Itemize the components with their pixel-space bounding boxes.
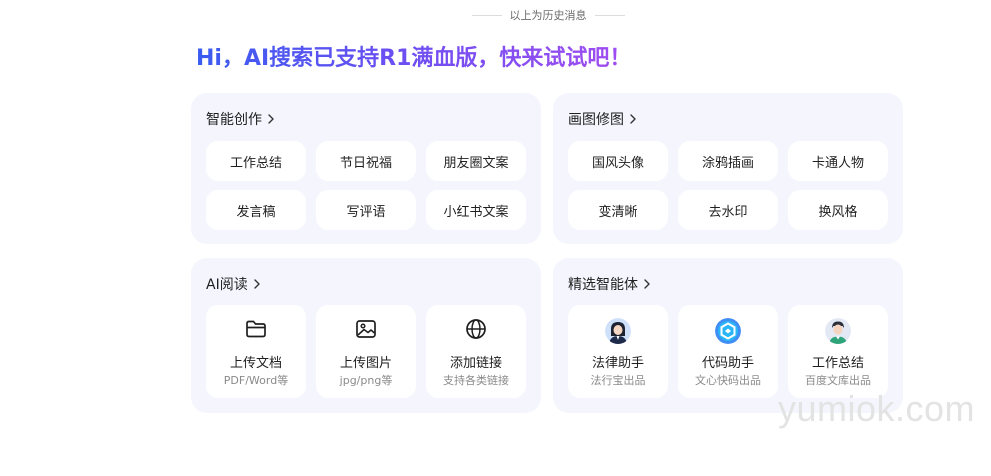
card-name: 上传文档 xyxy=(229,356,282,371)
panel-title-label: 智能创作 xyxy=(206,112,262,128)
card-upload-image[interactable]: 上传图片 jpg/png等 xyxy=(316,305,416,398)
globe-icon xyxy=(464,317,488,341)
card-subtitle: 文心快码出品 xyxy=(695,374,761,387)
card-name: 法律助手 xyxy=(591,356,644,371)
card-work-summary-agent[interactable]: 工作总结 百度文库出品 xyxy=(788,305,888,398)
chip-doodle-illustration[interactable]: 涂鸦插画 xyxy=(678,141,778,181)
card-name: 添加链接 xyxy=(449,356,502,371)
card-subtitle: jpg/png等 xyxy=(339,374,393,387)
chip-enhance-clarity[interactable]: 变清晰 xyxy=(568,190,668,230)
card-name: 上传图片 xyxy=(339,356,392,371)
panel-title-label: 精选智能体 xyxy=(568,277,638,293)
worker-avatar-icon xyxy=(825,318,851,344)
card-subtitle: PDF/Word等 xyxy=(223,374,289,387)
panel-smart-create: 智能创作 工作总结 节日祝福 朋友圈文案 发言稿 写评语 小红书文案 xyxy=(191,93,541,244)
card-code-assistant[interactable]: 代码助手 文心快码出品 xyxy=(678,305,778,398)
chip-work-summary[interactable]: 工作总结 xyxy=(206,141,306,181)
chip-guofeng-avatar[interactable]: 国风头像 xyxy=(568,141,668,181)
divider-line-right xyxy=(594,14,625,16)
card-subtitle: 百度文库出品 xyxy=(805,374,871,387)
chip-cartoon-character[interactable]: 卡通人物 xyxy=(788,141,888,181)
chip-change-style[interactable]: 换风格 xyxy=(788,190,888,230)
chevron-right-icon xyxy=(268,114,274,124)
chip-xiaohongshu-copy[interactable]: 小红书文案 xyxy=(426,190,526,230)
panel-title-smart-create[interactable]: 智能创作 xyxy=(206,109,277,129)
chevron-right-icon xyxy=(630,114,636,124)
chevron-right-icon xyxy=(254,279,260,289)
panel-image-edit: 画图修图 国风头像 涂鸦插画 卡通人物 变清晰 去水印 换风格 xyxy=(553,93,903,244)
panel-title-label: AI阅读 xyxy=(206,277,248,293)
panel-title-label: 画图修图 xyxy=(568,112,624,128)
lawyer-avatar-icon xyxy=(605,318,631,344)
chip-moments-copy[interactable]: 朋友圈文案 xyxy=(426,141,526,181)
panel-title-featured-agents[interactable]: 精选智能体 xyxy=(568,274,653,294)
card-legal-assistant[interactable]: 法律助手 法行宝出品 xyxy=(568,305,668,398)
history-divider: 以上为历史消息 xyxy=(470,6,626,24)
panel-ai-reading: AI阅读 上传文档 PDF/Word等 上传图片 jpg/png等 添加链接 支… xyxy=(191,258,541,413)
card-name: 工作总结 xyxy=(811,356,864,371)
card-subtitle: 法行宝出品 xyxy=(590,374,646,387)
code-logo-icon xyxy=(715,318,741,344)
chip-holiday-wishes[interactable]: 节日祝福 xyxy=(316,141,416,181)
panel-title-image-edit[interactable]: 画图修图 xyxy=(568,109,639,129)
headline: Hi，AI搜索已支持R1满血版，快来试试吧！ xyxy=(196,40,631,72)
chip-speech-draft[interactable]: 发言稿 xyxy=(206,190,306,230)
history-label: 以上为历史消息 xyxy=(509,9,587,22)
image-icon xyxy=(354,317,378,341)
card-name: 代码助手 xyxy=(701,356,754,371)
chevron-right-icon xyxy=(644,279,650,289)
divider-line-left xyxy=(471,14,502,16)
panel-title-ai-reading[interactable]: AI阅读 xyxy=(206,274,263,294)
chip-remove-watermark[interactable]: 去水印 xyxy=(678,190,778,230)
site-watermark: yumiok.com xyxy=(778,388,976,429)
card-add-link[interactable]: 添加链接 支持各类链接 xyxy=(426,305,526,398)
chip-write-review[interactable]: 写评语 xyxy=(316,190,416,230)
folder-icon xyxy=(244,317,268,341)
card-upload-document[interactable]: 上传文档 PDF/Word等 xyxy=(206,305,306,398)
card-subtitle: 支持各类链接 xyxy=(443,374,509,387)
